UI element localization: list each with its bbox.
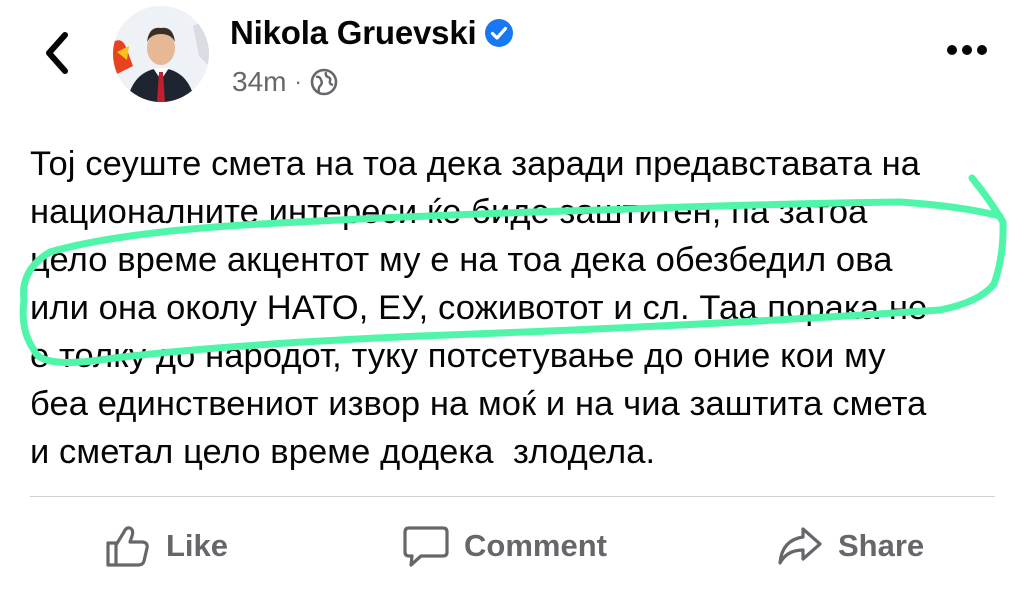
share-label: Share <box>838 528 925 563</box>
back-button[interactable] <box>34 28 78 78</box>
avatar[interactable] <box>113 6 209 102</box>
author-row: Nikola Gruevski <box>230 14 514 52</box>
more-dots-icon <box>947 45 957 55</box>
meta-separator: · <box>294 69 302 94</box>
comment-bubble-icon <box>402 524 450 568</box>
like-button[interactable]: Like <box>104 524 228 568</box>
verified-badge-icon <box>484 18 514 48</box>
like-label: Like <box>166 528 229 563</box>
post-time[interactable]: 34m <box>232 66 286 98</box>
globe-icon[interactable] <box>310 68 338 96</box>
share-button[interactable]: Share <box>776 524 924 568</box>
post-header: Nikola Gruevski 34m · <box>0 0 1024 120</box>
thumbs-up-icon <box>104 524 152 568</box>
comment-button[interactable]: Comment <box>402 524 607 568</box>
chevron-left-icon <box>46 32 68 74</box>
author-name[interactable]: Nikola Gruevski <box>230 14 477 52</box>
post-meta: 34m · <box>232 66 338 98</box>
comment-label: Comment <box>464 528 607 563</box>
action-bar: Like Comment Share <box>0 497 1024 602</box>
post-text: Тој сеуште смета на тоа дека заради пред… <box>30 145 928 471</box>
more-options-button[interactable] <box>940 30 994 70</box>
avatar-image <box>113 6 209 102</box>
share-arrow-icon <box>776 524 824 568</box>
